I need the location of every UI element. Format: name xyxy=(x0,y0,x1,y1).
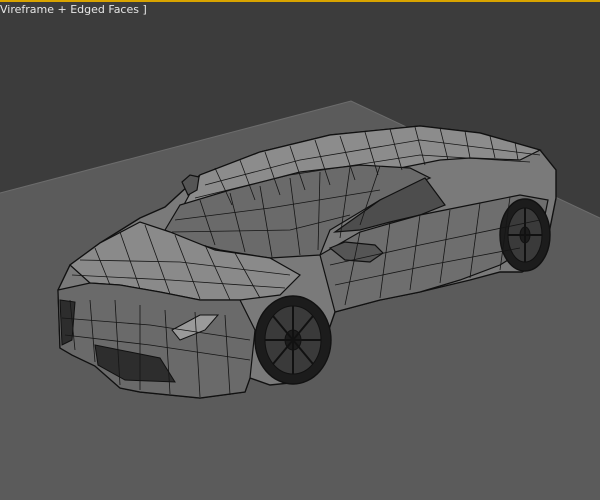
viewport[interactable]: Vireframe + Edged Faces ] xyxy=(0,0,600,500)
car-front-wheel xyxy=(254,295,332,385)
viewport-scene[interactable] xyxy=(0,0,600,500)
viewport-label[interactable]: Vireframe + Edged Faces ] xyxy=(0,3,147,16)
car-rear-wheel xyxy=(499,198,551,272)
